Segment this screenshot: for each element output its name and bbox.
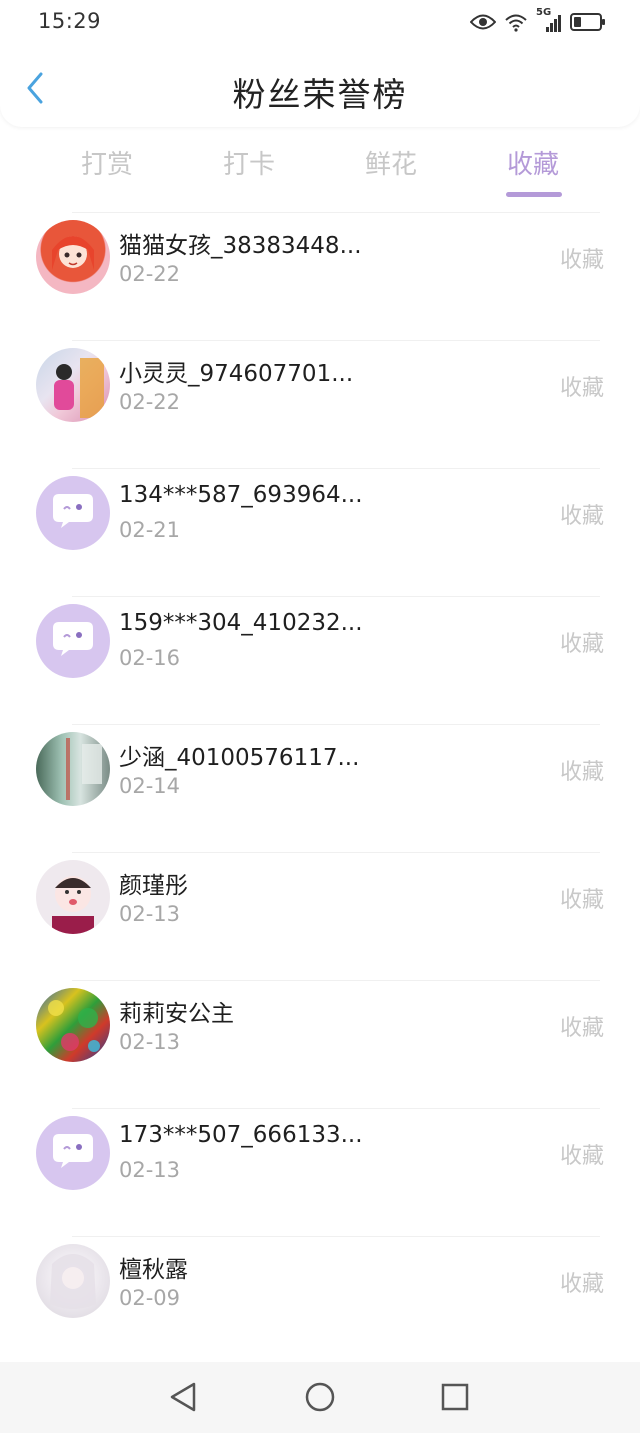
divider [72, 1108, 600, 1109]
list-item[interactable]: 少涵_40100576117... 02-14 收藏 [0, 724, 640, 852]
app-header: 15:29 5G 粉丝荣誉榜 [0, 0, 640, 127]
battery-icon [570, 12, 606, 32]
chat-bubble-icon [51, 1132, 95, 1174]
fan-date: 02-22 [119, 390, 181, 414]
fan-date: 02-22 [119, 262, 181, 286]
action-label: 收藏 [559, 1272, 604, 1297]
list-item[interactable]: 173***507_666133... 02-13 收藏 [0, 1108, 640, 1236]
divider [72, 980, 600, 981]
fan-name: 颜瑾彤 [119, 873, 188, 899]
fan-date: 02-13 [119, 1030, 181, 1054]
tab-flowers[interactable]: 鲜花 [331, 144, 451, 181]
fan-name: 134***587_693964... [119, 482, 363, 508]
avatar[interactable] [36, 1116, 110, 1190]
wifi-icon [504, 12, 528, 32]
status-icons: 5G [470, 7, 606, 35]
active-tab-indicator [506, 192, 562, 197]
avatar[interactable] [36, 604, 110, 678]
divider [72, 212, 600, 213]
fan-name: 猫猫女孩_38383448... [119, 233, 362, 259]
fan-name: 莉莉安公主 [119, 1001, 234, 1027]
list-item[interactable]: 莉莉安公主 02-13 收藏 [0, 980, 640, 1108]
chat-bubble-icon [51, 620, 95, 662]
divider [72, 852, 600, 853]
avatar[interactable] [36, 348, 110, 422]
chat-bubble-icon [51, 492, 95, 534]
action-label: 收藏 [559, 888, 604, 913]
action-label: 收藏 [559, 760, 604, 785]
fan-date: 02-16 [119, 646, 181, 670]
list-item[interactable]: 小灵灵_974607701... 02-22 收藏 [0, 340, 640, 468]
divider [72, 1236, 600, 1237]
divider [72, 340, 600, 341]
tab-reward[interactable]: 打赏 [47, 144, 167, 181]
action-label: 收藏 [559, 1144, 604, 1169]
fan-name: 檀秋露 [119, 1257, 188, 1283]
fan-list: 猫猫女孩_38383448... 02-22 收藏 小灵灵_974607701.… [0, 212, 640, 1364]
action-label: 收藏 [559, 632, 604, 657]
list-item[interactable]: 159***304_410232... 02-16 收藏 [0, 596, 640, 724]
list-item[interactable]: 猫猫女孩_38383448... 02-22 收藏 [0, 212, 640, 340]
recents-square-icon [440, 1382, 470, 1416]
divider [72, 596, 600, 597]
tab-bar: 打赏 打卡 鲜花 收藏 [0, 140, 640, 200]
action-label: 收藏 [559, 1016, 604, 1041]
fan-name: 小灵灵_974607701... [119, 361, 354, 387]
action-label: 收藏 [559, 504, 604, 529]
avatar[interactable] [36, 1244, 110, 1318]
avatar[interactable] [36, 860, 110, 934]
list-item[interactable]: 檀秋露 02-09 收藏 [0, 1236, 640, 1364]
cellular-signal-icon: 5G [536, 7, 562, 33]
system-nav-bar [0, 1362, 640, 1433]
fan-name: 173***507_666133... [119, 1122, 363, 1148]
fan-date: 02-13 [119, 1158, 181, 1182]
fan-date: 02-09 [119, 1286, 181, 1310]
list-item[interactable]: 颜瑾彤 02-13 收藏 [0, 852, 640, 980]
nav-home-button[interactable] [303, 1382, 337, 1416]
nav-recents-button[interactable] [438, 1382, 472, 1416]
home-circle-icon [304, 1381, 336, 1417]
list-item[interactable]: 134***587_693964... 02-21 收藏 [0, 468, 640, 596]
eye-icon [470, 13, 496, 31]
status-time: 15:29 [38, 9, 102, 33]
avatar[interactable] [36, 988, 110, 1062]
avatar[interactable] [36, 220, 110, 294]
fan-date: 02-14 [119, 774, 181, 798]
back-triangle-icon [168, 1381, 198, 1417]
page-title: 粉丝荣誉榜 [232, 75, 408, 114]
status-bar: 15:29 5G [0, 0, 640, 42]
tab-checkin[interactable]: 打卡 [189, 144, 309, 181]
fan-date: 02-13 [119, 902, 181, 926]
fan-name: 少涵_40100576117... [119, 745, 360, 771]
action-label: 收藏 [559, 376, 604, 401]
fan-name: 159***304_410232... [119, 610, 363, 636]
avatar[interactable] [36, 732, 110, 806]
divider [72, 468, 600, 469]
avatar[interactable] [36, 476, 110, 550]
nav-back-button[interactable] [166, 1382, 200, 1416]
action-label: 收藏 [559, 248, 604, 273]
divider [72, 724, 600, 725]
tab-favorites[interactable]: 收藏 [473, 144, 593, 181]
fan-date: 02-21 [119, 518, 181, 542]
